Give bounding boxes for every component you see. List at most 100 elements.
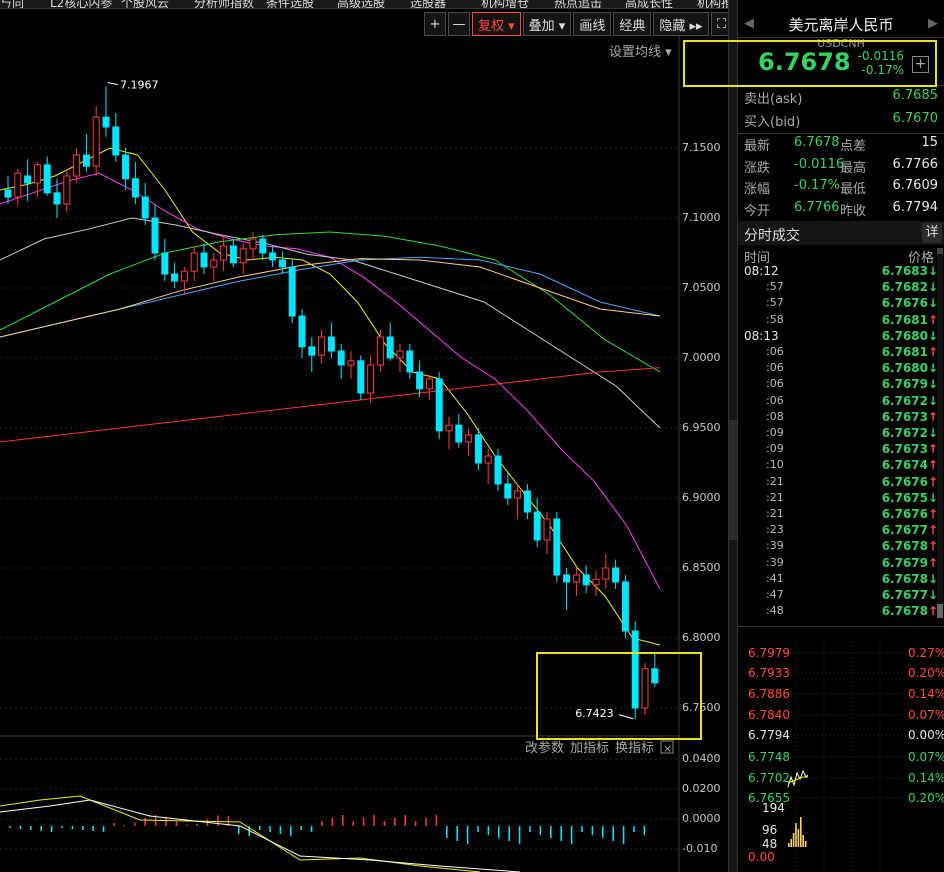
candle-body [347,360,355,366]
candle-body [376,336,384,366]
low-highlight-box [536,652,702,740]
ticks-title: 分时成交 [744,228,800,244]
price-highlight-box [683,40,937,87]
draw-line-button[interactable]: 画线 [573,12,612,36]
indicator-control[interactable]: 改参数 [525,740,564,756]
candle-body [308,346,316,356]
tick-price: 6.7674 [881,458,928,473]
mini-pct-tick: 0.27% [908,646,944,660]
candle-body [141,196,149,219]
ma-line [0,217,661,429]
price-tick: 7.1000 [682,211,721,224]
tick-row: :57 6.7676 ↓ [738,296,938,312]
tick-time: :47 [766,588,784,601]
intraday-mini-chart[interactable]: 6.7979 0.27% 6.7933 0.20% 6.7886 0.14% 6.7840 0… [738,626,944,872]
menu-item[interactable]: 热点追击 [554,0,602,8]
tick-row: :09 6.7672 ↓ [738,426,938,442]
kline-chart[interactable]: 7.1967 6.7423 改参数 加指标 换指标 × [0,36,680,872]
price-tick: 7.0000 [682,351,721,364]
menu-item[interactable]: 高成长性 [625,0,673,8]
indicator-tick: -0.010 [682,842,718,855]
candle-body [445,424,453,432]
scroll-up-icon[interactable] [937,248,943,254]
mini-price-tick: 6.7748 [748,750,790,764]
stat-value: -0.0116 [794,156,845,172]
tick-row: :09 6.7673 ↑ [738,442,938,458]
candle-body [63,175,71,205]
candle-body [112,126,120,156]
price-tick: 6.8000 [682,631,721,644]
menu-item[interactable]: 条件选股 [266,0,314,8]
splitter-handle[interactable] [729,420,737,540]
zoom-out-button[interactable]: — [448,12,470,36]
tick-time: :48 [766,604,784,618]
candle-body [484,455,492,464]
tick-price: 6.7683 [881,264,928,278]
candle-body [122,154,130,180]
mini-volume-bar [790,839,792,847]
tick-time: :08 [766,409,784,423]
zoom-in-button[interactable]: + [424,12,446,36]
rights-adjust-dropdown[interactable]: 复权 ▾ [472,12,521,36]
tick-row: :39 6.7679 ↑ [738,556,938,572]
candle-body [24,175,32,184]
candle-body [229,245,237,264]
tick-row: :58 6.7681 ↑ [738,313,938,329]
candle-body [259,238,267,254]
price-tick: 7.1500 [682,141,721,154]
tick-time: :41 [766,571,784,585]
next-symbol-icon[interactable]: ▶ [928,16,938,31]
tick-row: :06 6.7681 ↑ [738,345,938,361]
mini-price-tick: 6.7702 [748,771,790,785]
tick-row: :23 6.7677 ↑ [738,523,938,539]
candle-body [53,192,61,205]
dea-line [0,795,481,872]
candle-body [553,518,561,576]
classic-button[interactable]: 经典 [613,12,652,36]
tick-price: 6.7675 [881,490,928,505]
tick-row: 08:13 6.7680 ↓ [738,329,938,345]
indicator-control[interactable]: 换指标 [615,741,654,756]
ticks-detail-button[interactable]: 详 [922,223,942,243]
mini-volume-bar [795,823,797,847]
ticks-scrollbar[interactable] [937,248,943,618]
mini-volume-bar [804,841,807,847]
symbol-title: 美元离岸人民币 [788,16,894,34]
candle-body [249,238,257,250]
menu-item[interactable]: 高级选股 [337,0,385,8]
tick-row: :21 6.7676 ↑ [738,507,938,523]
tick-row: :08 6.7673 ↑ [738,410,938,426]
candle-body [406,350,414,373]
candle-body [318,336,326,356]
overlay-dropdown[interactable]: 叠加 ▾ [522,12,572,36]
menu-item[interactable]: 选股器 [410,0,446,8]
tick-time: :39 [766,539,784,553]
stat-label: 涨幅 [744,182,771,197]
tick-row: :06 6.7680 ↓ [738,361,938,377]
mini-price-tick: 6.7886 [748,687,790,701]
tick-price: 6.7682 [881,280,928,295]
menu-item[interactable]: 机构增仓 [481,0,529,8]
hide-button[interactable]: 隐藏 ▸▸ [653,12,709,36]
candle-body [288,266,296,317]
candle-body [514,490,522,499]
tick-time: :21 [766,474,784,488]
mini-volume-bar [788,843,790,847]
candle-body [523,490,531,513]
indicator-control[interactable]: 加指标 [570,741,609,756]
tick-time: 08:13 [744,328,779,343]
high-arrow [107,82,119,86]
mini-volume-tick: 48 [762,837,778,851]
menu-item[interactable]: 分析师指数 [194,0,254,8]
scroll-thumb[interactable] [937,604,943,618]
menu-item[interactable]: 个股风云 [121,0,169,8]
menu-item[interactable]: ㄣ向 [0,0,24,8]
candle-body [73,154,81,177]
ticks-header: 分时成交 详 [738,221,944,245]
tick-time: :23 [766,523,784,537]
panel-splitter[interactable] [728,0,738,872]
dif-line [0,799,521,872]
tick-price: 6.7677 [881,523,928,538]
candle-body [220,245,228,261]
menu-item[interactable]: L2核心内参 [50,0,112,8]
